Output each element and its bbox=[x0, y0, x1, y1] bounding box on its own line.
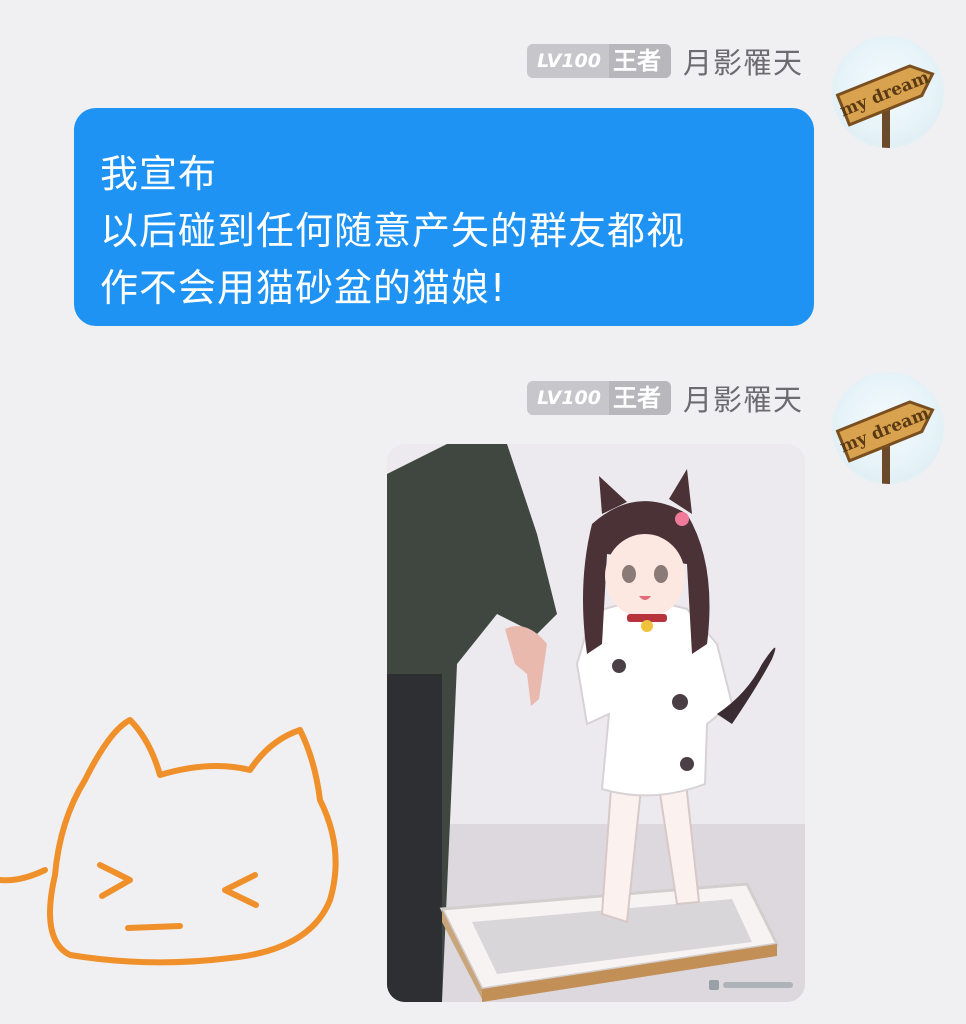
sender-name[interactable]: 月影罹天 bbox=[683, 40, 803, 82]
level-badge: LV100 王者 bbox=[527, 44, 671, 78]
image-message[interactable] bbox=[387, 444, 805, 1002]
avatar[interactable]: my dream bbox=[832, 372, 944, 484]
sender-name[interactable]: 月影罹天 bbox=[683, 377, 803, 419]
message-line: 以后碰到任何随意产矢的群友都视 bbox=[100, 209, 686, 253]
level-label: LV100 bbox=[537, 387, 601, 409]
message-line: 作不会用猫砂盆的猫娘! bbox=[100, 266, 507, 310]
signpost-icon: my dream bbox=[835, 400, 935, 484]
message-line: 我宣布 bbox=[100, 152, 218, 196]
level-badge: LV100 王者 bbox=[527, 381, 671, 415]
level-label: LV100 bbox=[537, 50, 601, 72]
text-message-bubble[interactable]: 我宣布 以后碰到任何随意产矢的群友都视 作不会用猫砂盆的猫娘! bbox=[74, 108, 814, 326]
message-header: LV100 王者 月影罹天 bbox=[527, 378, 803, 418]
rank-label: 王者 bbox=[608, 44, 671, 78]
catgirl-illustration bbox=[387, 444, 805, 1002]
avatar[interactable]: my dream bbox=[832, 36, 944, 148]
cat-doodle-drawing bbox=[0, 717, 339, 966]
message-header: LV100 王者 月影罹天 bbox=[527, 41, 803, 81]
chat-window: LV100 王者 月影罹天 my dream 我宣布 以后碰到任何随意产矢的群友… bbox=[0, 0, 966, 1024]
rank-label: 王者 bbox=[608, 381, 671, 415]
signpost-icon: my dream bbox=[835, 64, 935, 148]
